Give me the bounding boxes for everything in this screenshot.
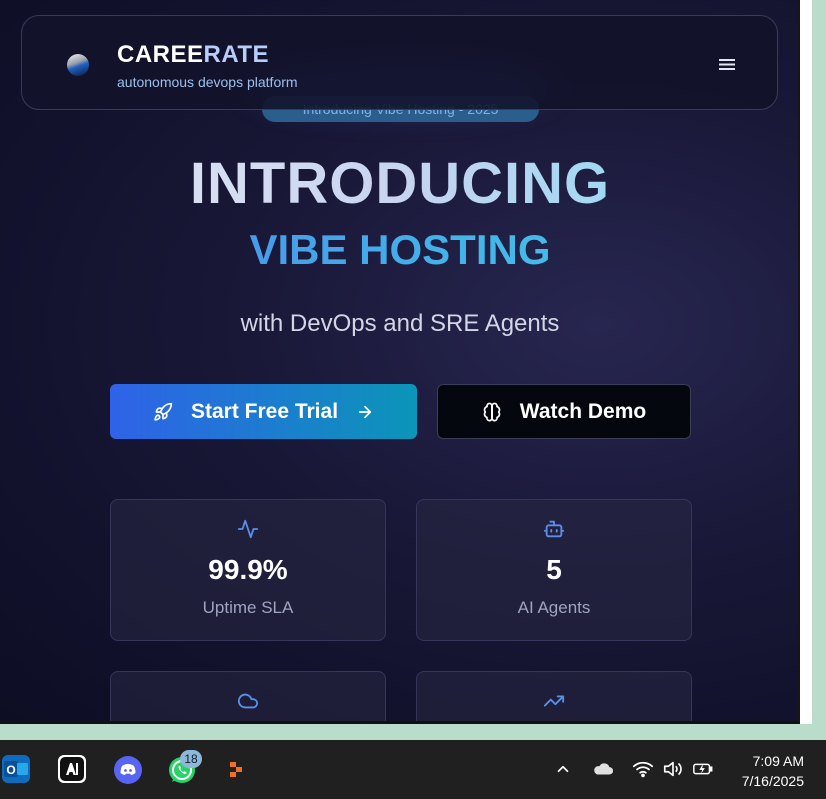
rocket-icon [154, 402, 173, 421]
stat-card-agents: 5 AI Agents [416, 499, 692, 641]
onedrive-cloud-icon[interactable] [592, 760, 614, 782]
clock-time: 7:09 AM [752, 753, 804, 769]
start-free-trial-label: Start Free Trial [190, 399, 339, 423]
stat-label: AI Agents [517, 598, 591, 617]
watch-demo-label: Watch Demo [519, 399, 647, 423]
page-viewport: Introducing Vibe Hosting - 2025 CAREERAT… [0, 0, 800, 724]
brand-name[interactable]: CAREERATE [117, 41, 269, 69]
discord-icon[interactable] [113, 755, 142, 784]
outlook-icon[interactable]: O [2, 755, 30, 783]
hamburger-menu-icon[interactable] [716, 56, 738, 74]
volume-icon[interactable] [662, 760, 684, 782]
stat-card-uptime: 99.9% Uptime SLA [110, 499, 386, 641]
brain-icon [483, 402, 501, 421]
stat-value: 5 [546, 554, 562, 585]
show-hidden-icons-chevron-icon[interactable] [554, 760, 572, 782]
arrow-right-icon [358, 405, 372, 418]
stat-value: 99.9% [208, 554, 288, 585]
activity-icon [237, 519, 259, 539]
svg-text:O: O [6, 763, 15, 777]
brand-name-part2: RATE [203, 41, 270, 68]
watch-demo-button[interactable]: Watch Demo [437, 384, 691, 439]
wifi-icon[interactable] [632, 760, 654, 782]
start-free-trial-button[interactable]: Start Free Trial [110, 384, 417, 439]
stat-label: Uptime SLA [202, 598, 294, 617]
brand-logo-icon[interactable] [67, 54, 89, 76]
stat-card-cloud [110, 671, 386, 721]
clock-date: 7/16/2025 [741, 773, 804, 789]
cloud-icon [237, 693, 259, 709]
whatsapp-notification-badge: 18 [180, 750, 202, 768]
hero-tagline: with DevOps and SRE Agents [240, 310, 560, 337]
hero-title: INTRODUCING [0, 150, 798, 217]
stat-card-trending [416, 671, 692, 721]
brand-name-part1: CAREE [117, 41, 204, 68]
bot-icon [543, 520, 565, 538]
app-grid-icon[interactable] [222, 755, 250, 783]
top-navbar: CAREERATE autonomous devops platform [21, 15, 778, 110]
anthropic-app-icon[interactable] [58, 755, 86, 783]
browser-window: Introducing Vibe Hosting - 2025 CAREERAT… [0, 0, 812, 724]
brand-tagline: autonomous devops platform [117, 74, 298, 90]
battery-charging-icon[interactable] [692, 760, 714, 782]
hero-subtitle: VIBE HOSTING [0, 226, 798, 274]
trending-up-icon [543, 695, 565, 707]
taskbar-clock[interactable]: 7:09 AM 7/16/2025 [742, 751, 804, 791]
